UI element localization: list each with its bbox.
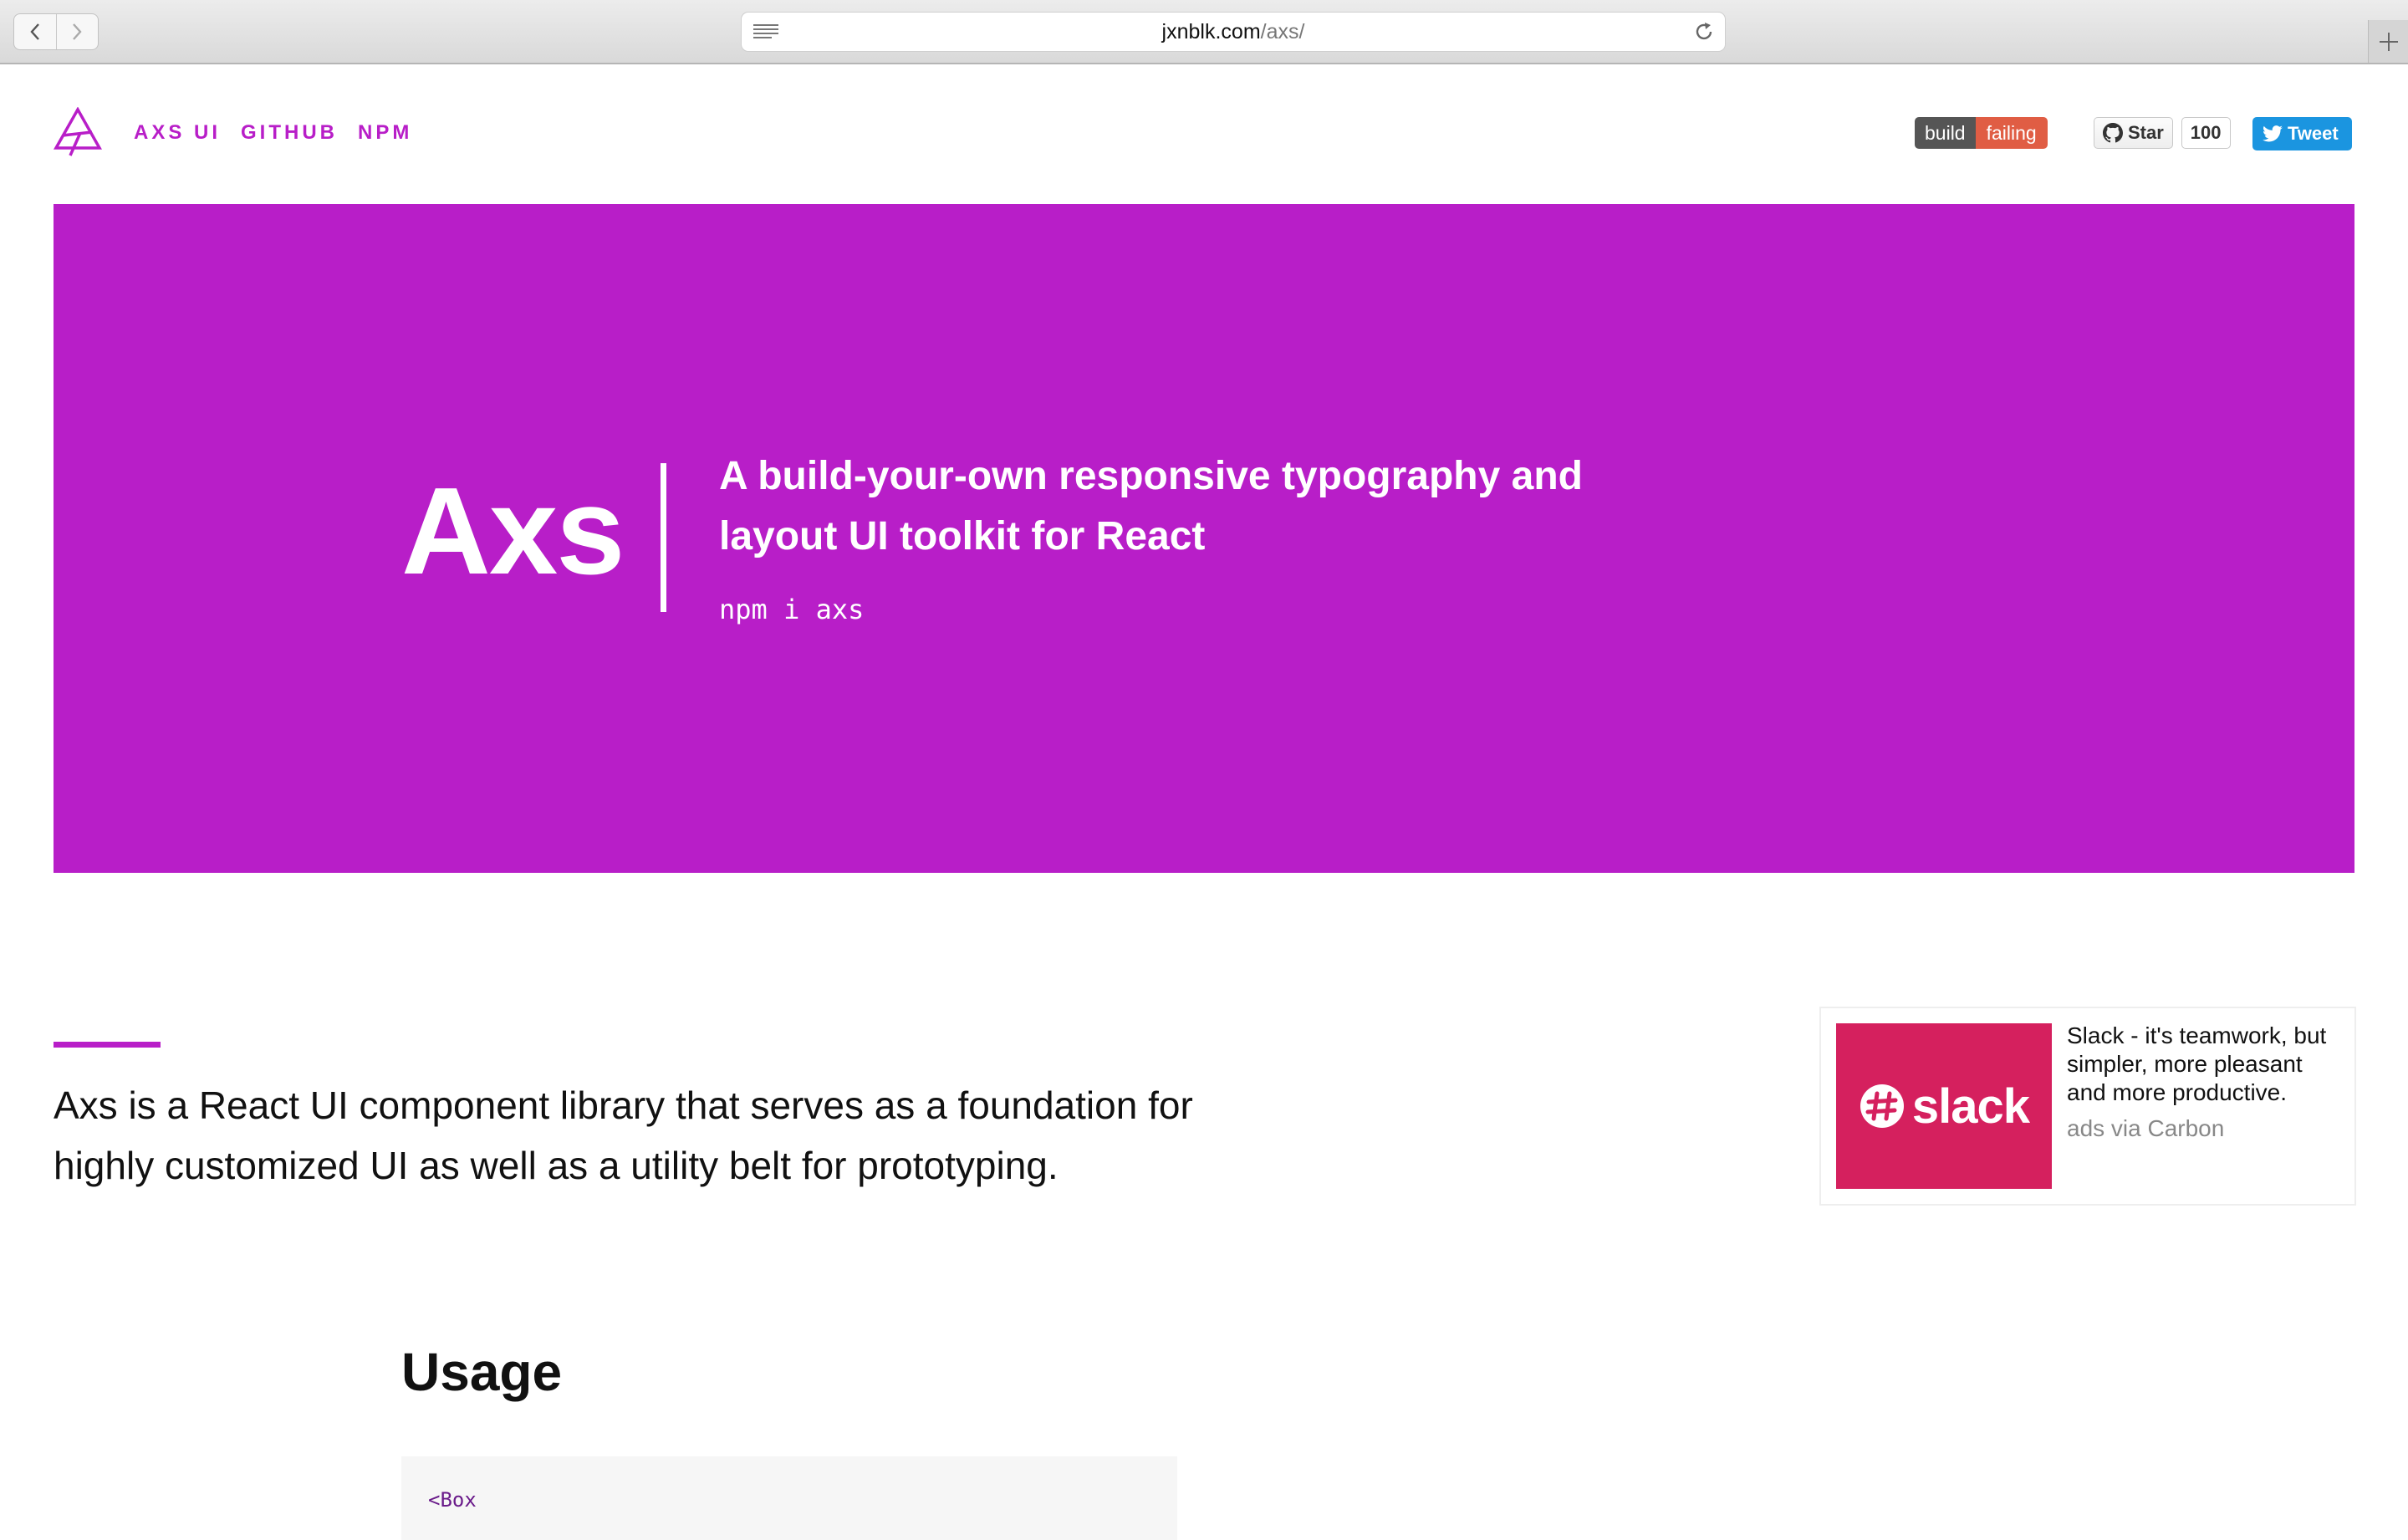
github-icon	[2103, 123, 2123, 143]
axs-logo-icon[interactable]	[54, 107, 102, 157]
build-status-badge[interactable]: build failing	[1915, 117, 2048, 149]
back-button[interactable]	[14, 14, 56, 49]
hero-banner: Axs A build-your-own responsive typograp…	[54, 204, 2354, 873]
nav-link-npm[interactable]: NPM	[358, 121, 412, 145]
chevron-left-icon	[30, 23, 39, 40]
tweet-button[interactable]: Tweet	[2252, 117, 2352, 150]
hero-title: Axs	[401, 462, 625, 600]
carbon-ad[interactable]: slack Slack - it's teamwork, but simpler…	[1819, 1007, 2356, 1206]
intro-paragraph: Axs is a React UI component library that…	[54, 1084, 1193, 1187]
install-command: npm i axs	[719, 594, 865, 625]
accent-divider	[54, 1042, 161, 1048]
code-line: <Box	[428, 1488, 477, 1512]
forward-button[interactable]	[55, 14, 99, 49]
usage-heading: Usage	[401, 1342, 563, 1402]
github-star-label: Star	[2128, 122, 2164, 143]
history-buttons	[13, 13, 99, 50]
ad-image-word: slack	[1911, 1079, 2030, 1134]
url-path: /axs/	[1260, 19, 1305, 43]
code-block: <Box	[401, 1456, 1177, 1540]
github-star-button[interactable]: Star	[2094, 117, 2173, 149]
chevron-right-icon	[73, 23, 82, 40]
nav-link-github[interactable]: GITHUB	[241, 121, 338, 145]
ad-text[interactable]: Slack - it's teamwork, but simpler, more…	[2067, 1022, 2348, 1107]
reader-view-icon[interactable]	[753, 23, 778, 40]
hero-tagline: A build-your-own responsive typography a…	[719, 454, 1583, 558]
github-star-widget: Star 100	[2094, 117, 2231, 149]
build-badge-status: failing	[1975, 117, 2048, 149]
url-host: jxnblk.com	[1161, 19, 1261, 43]
nav-link-axs-ui[interactable]: AXS UI	[134, 121, 221, 145]
new-tab-button[interactable]	[2368, 20, 2408, 63]
build-badge-label: build	[1915, 117, 1976, 149]
address-bar[interactable]: jxnblk.com/axs/	[741, 12, 1726, 52]
slack-hash-icon	[1860, 1084, 1904, 1128]
ad-image[interactable]: slack	[1836, 1023, 2052, 1189]
plus-icon	[2380, 32, 2398, 51]
browser-toolbar: jxnblk.com/axs/	[0, 0, 2408, 64]
reload-icon[interactable]	[1693, 21, 1715, 43]
github-star-count[interactable]: 100	[2181, 117, 2231, 149]
twitter-bird-icon	[2263, 125, 2283, 142]
tweet-label: Tweet	[2288, 123, 2339, 144]
ad-via-carbon[interactable]: ads via Carbon	[2067, 1115, 2224, 1142]
hero-divider	[661, 463, 666, 612]
